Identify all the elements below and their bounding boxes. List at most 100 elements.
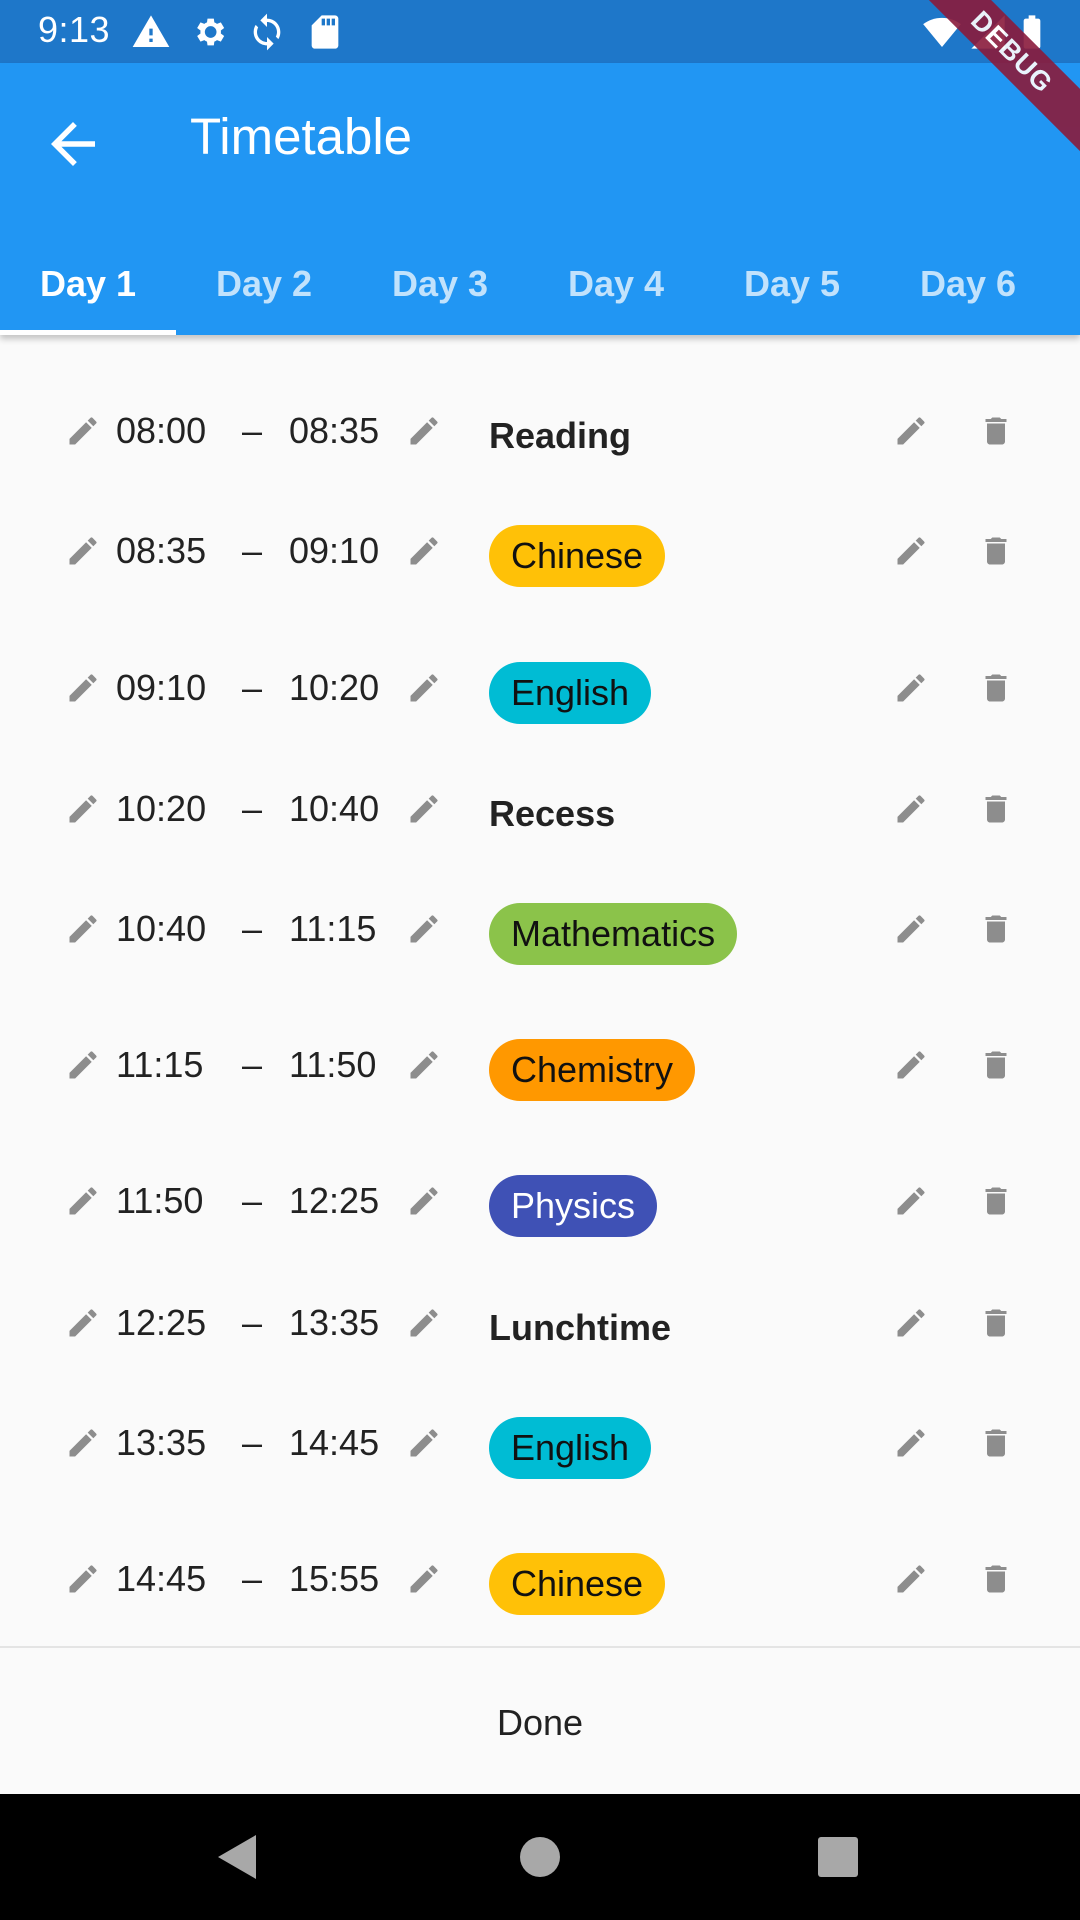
delete-icon[interactable] bbox=[978, 413, 1014, 449]
time-separator: – bbox=[242, 530, 263, 571]
edit-subject-icon[interactable] bbox=[893, 911, 929, 947]
edit-subject-icon[interactable] bbox=[893, 791, 929, 827]
timetable-row: 09:10–10:20 English bbox=[0, 648, 1080, 728]
tab-day-2[interactable]: Day 2 bbox=[176, 233, 352, 335]
delete-icon[interactable] bbox=[978, 1425, 1014, 1461]
subject-label[interactable]: Chemistry bbox=[489, 1039, 696, 1101]
time-separator: – bbox=[242, 410, 263, 451]
edit-start-time-icon[interactable] bbox=[65, 413, 101, 449]
subject-label[interactable]: Reading bbox=[489, 405, 631, 467]
subject-label[interactable]: English bbox=[489, 1417, 652, 1479]
start-time: 08:35 bbox=[116, 530, 207, 571]
done-button[interactable]: Done bbox=[440, 1688, 640, 1758]
edit-end-time-icon[interactable] bbox=[406, 533, 442, 569]
edit-end-time-icon[interactable] bbox=[406, 413, 442, 449]
delete-icon[interactable] bbox=[978, 791, 1014, 827]
sd-card-icon bbox=[305, 12, 345, 52]
delete-icon[interactable] bbox=[978, 1561, 1014, 1597]
tab-day-6[interactable]: Day 6 bbox=[880, 233, 1056, 335]
tab-day-3[interactable]: Day 3 bbox=[352, 233, 528, 335]
recents-square-icon[interactable] bbox=[808, 1827, 868, 1887]
arrow-back-icon bbox=[51, 122, 95, 166]
edit-end-time-icon[interactable] bbox=[406, 1305, 442, 1341]
timetable-row: 08:00–08:35 Reading bbox=[0, 391, 1080, 471]
timetable-row: 11:50–12:25 Physics bbox=[0, 1161, 1080, 1241]
edit-end-time-icon[interactable] bbox=[406, 911, 442, 947]
end-time: 11:15 bbox=[289, 908, 377, 949]
edit-end-time-icon[interactable] bbox=[406, 670, 442, 706]
edit-start-time-icon[interactable] bbox=[65, 1305, 101, 1341]
delete-icon[interactable] bbox=[978, 1305, 1014, 1341]
edit-subject-icon[interactable] bbox=[893, 413, 929, 449]
delete-icon[interactable] bbox=[978, 533, 1014, 569]
edit-subject-icon[interactable] bbox=[893, 1183, 929, 1219]
edit-end-time-icon[interactable] bbox=[406, 791, 442, 827]
timetable-list[interactable]: 08:00–08:35 Reading 08:35–09:10 Chinese 09:1… bbox=[0, 335, 1080, 1647]
end-time: 15:55 bbox=[289, 1558, 380, 1599]
edit-end-time-icon[interactable] bbox=[406, 1047, 442, 1083]
end-time: 13:35 bbox=[289, 1302, 380, 1343]
delete-icon[interactable] bbox=[978, 1047, 1014, 1083]
subject-label[interactable]: Lunchtime bbox=[489, 1297, 671, 1359]
start-time: 08:00 bbox=[116, 410, 207, 451]
edit-subject-icon[interactable] bbox=[893, 1561, 929, 1597]
edit-subject-icon[interactable] bbox=[893, 670, 929, 706]
edit-start-time-icon[interactable] bbox=[65, 1425, 101, 1461]
delete-icon[interactable] bbox=[978, 911, 1014, 947]
end-time: 14:45 bbox=[289, 1422, 380, 1463]
timetable-row: 11:15–11:50 Chemistry bbox=[0, 1025, 1080, 1105]
day-tabs: Day 1 Day 2 Day 3 Day 4 Day 5 Day 6 bbox=[0, 233, 1080, 335]
subject-label[interactable]: Chinese bbox=[489, 1553, 666, 1615]
subject-label[interactable]: Recess bbox=[489, 783, 615, 845]
end-time: 08:35 bbox=[289, 410, 380, 451]
edit-subject-icon[interactable] bbox=[893, 1305, 929, 1341]
delete-icon[interactable] bbox=[978, 1183, 1014, 1219]
subject-label[interactable]: Physics bbox=[489, 1175, 658, 1237]
start-time: 11:50 bbox=[116, 1180, 204, 1221]
start-time: 13:35 bbox=[116, 1422, 207, 1463]
time-separator: – bbox=[242, 788, 263, 829]
start-time: 12:25 bbox=[116, 1302, 207, 1343]
start-time: 11:15 bbox=[116, 1044, 204, 1085]
back-triangle-icon[interactable] bbox=[208, 1827, 268, 1887]
settings-icon bbox=[189, 12, 229, 52]
tab-day-4[interactable]: Day 4 bbox=[528, 233, 704, 335]
timetable-row: 12:25–13:35 Lunchtime bbox=[0, 1283, 1080, 1363]
back-button[interactable] bbox=[40, 111, 106, 177]
timetable-row: 14:45–15:55 Chinese bbox=[0, 1539, 1080, 1619]
edit-subject-icon[interactable] bbox=[893, 1425, 929, 1461]
start-time: 10:20 bbox=[116, 788, 207, 829]
time-separator: – bbox=[242, 1302, 263, 1343]
start-time: 10:40 bbox=[116, 908, 207, 949]
end-time: 09:10 bbox=[289, 530, 380, 571]
time-separator: – bbox=[242, 1180, 263, 1221]
delete-icon[interactable] bbox=[978, 670, 1014, 706]
time-separator: – bbox=[242, 667, 263, 708]
system-nav-bar bbox=[0, 1794, 1080, 1920]
edit-start-time-icon[interactable] bbox=[65, 911, 101, 947]
end-time: 12:25 bbox=[289, 1180, 380, 1221]
sync-icon bbox=[247, 12, 287, 52]
home-circle-icon[interactable] bbox=[510, 1827, 570, 1887]
end-time: 10:40 bbox=[289, 788, 380, 829]
edit-start-time-icon[interactable] bbox=[65, 1047, 101, 1083]
subject-label[interactable]: English bbox=[489, 662, 652, 724]
edit-start-time-icon[interactable] bbox=[65, 791, 101, 827]
edit-start-time-icon[interactable] bbox=[65, 670, 101, 706]
tab-day-5[interactable]: Day 5 bbox=[704, 233, 880, 335]
edit-start-time-icon[interactable] bbox=[65, 533, 101, 569]
edit-end-time-icon[interactable] bbox=[406, 1183, 442, 1219]
edit-subject-icon[interactable] bbox=[893, 533, 929, 569]
status-bar: 9:13 bbox=[0, 0, 1080, 63]
subject-label[interactable]: Chinese bbox=[489, 525, 666, 587]
subject-label[interactable]: Mathematics bbox=[489, 903, 738, 965]
status-time: 9:13 bbox=[38, 9, 111, 50]
time-separator: – bbox=[242, 908, 263, 949]
edit-start-time-icon[interactable] bbox=[65, 1561, 101, 1597]
edit-subject-icon[interactable] bbox=[893, 1047, 929, 1083]
edit-end-time-icon[interactable] bbox=[406, 1561, 442, 1597]
tab-day-1[interactable]: Day 1 bbox=[0, 233, 176, 335]
edit-end-time-icon[interactable] bbox=[406, 1425, 442, 1461]
timetable-row: 08:35–09:10 Chinese bbox=[0, 511, 1080, 591]
edit-start-time-icon[interactable] bbox=[65, 1183, 101, 1219]
